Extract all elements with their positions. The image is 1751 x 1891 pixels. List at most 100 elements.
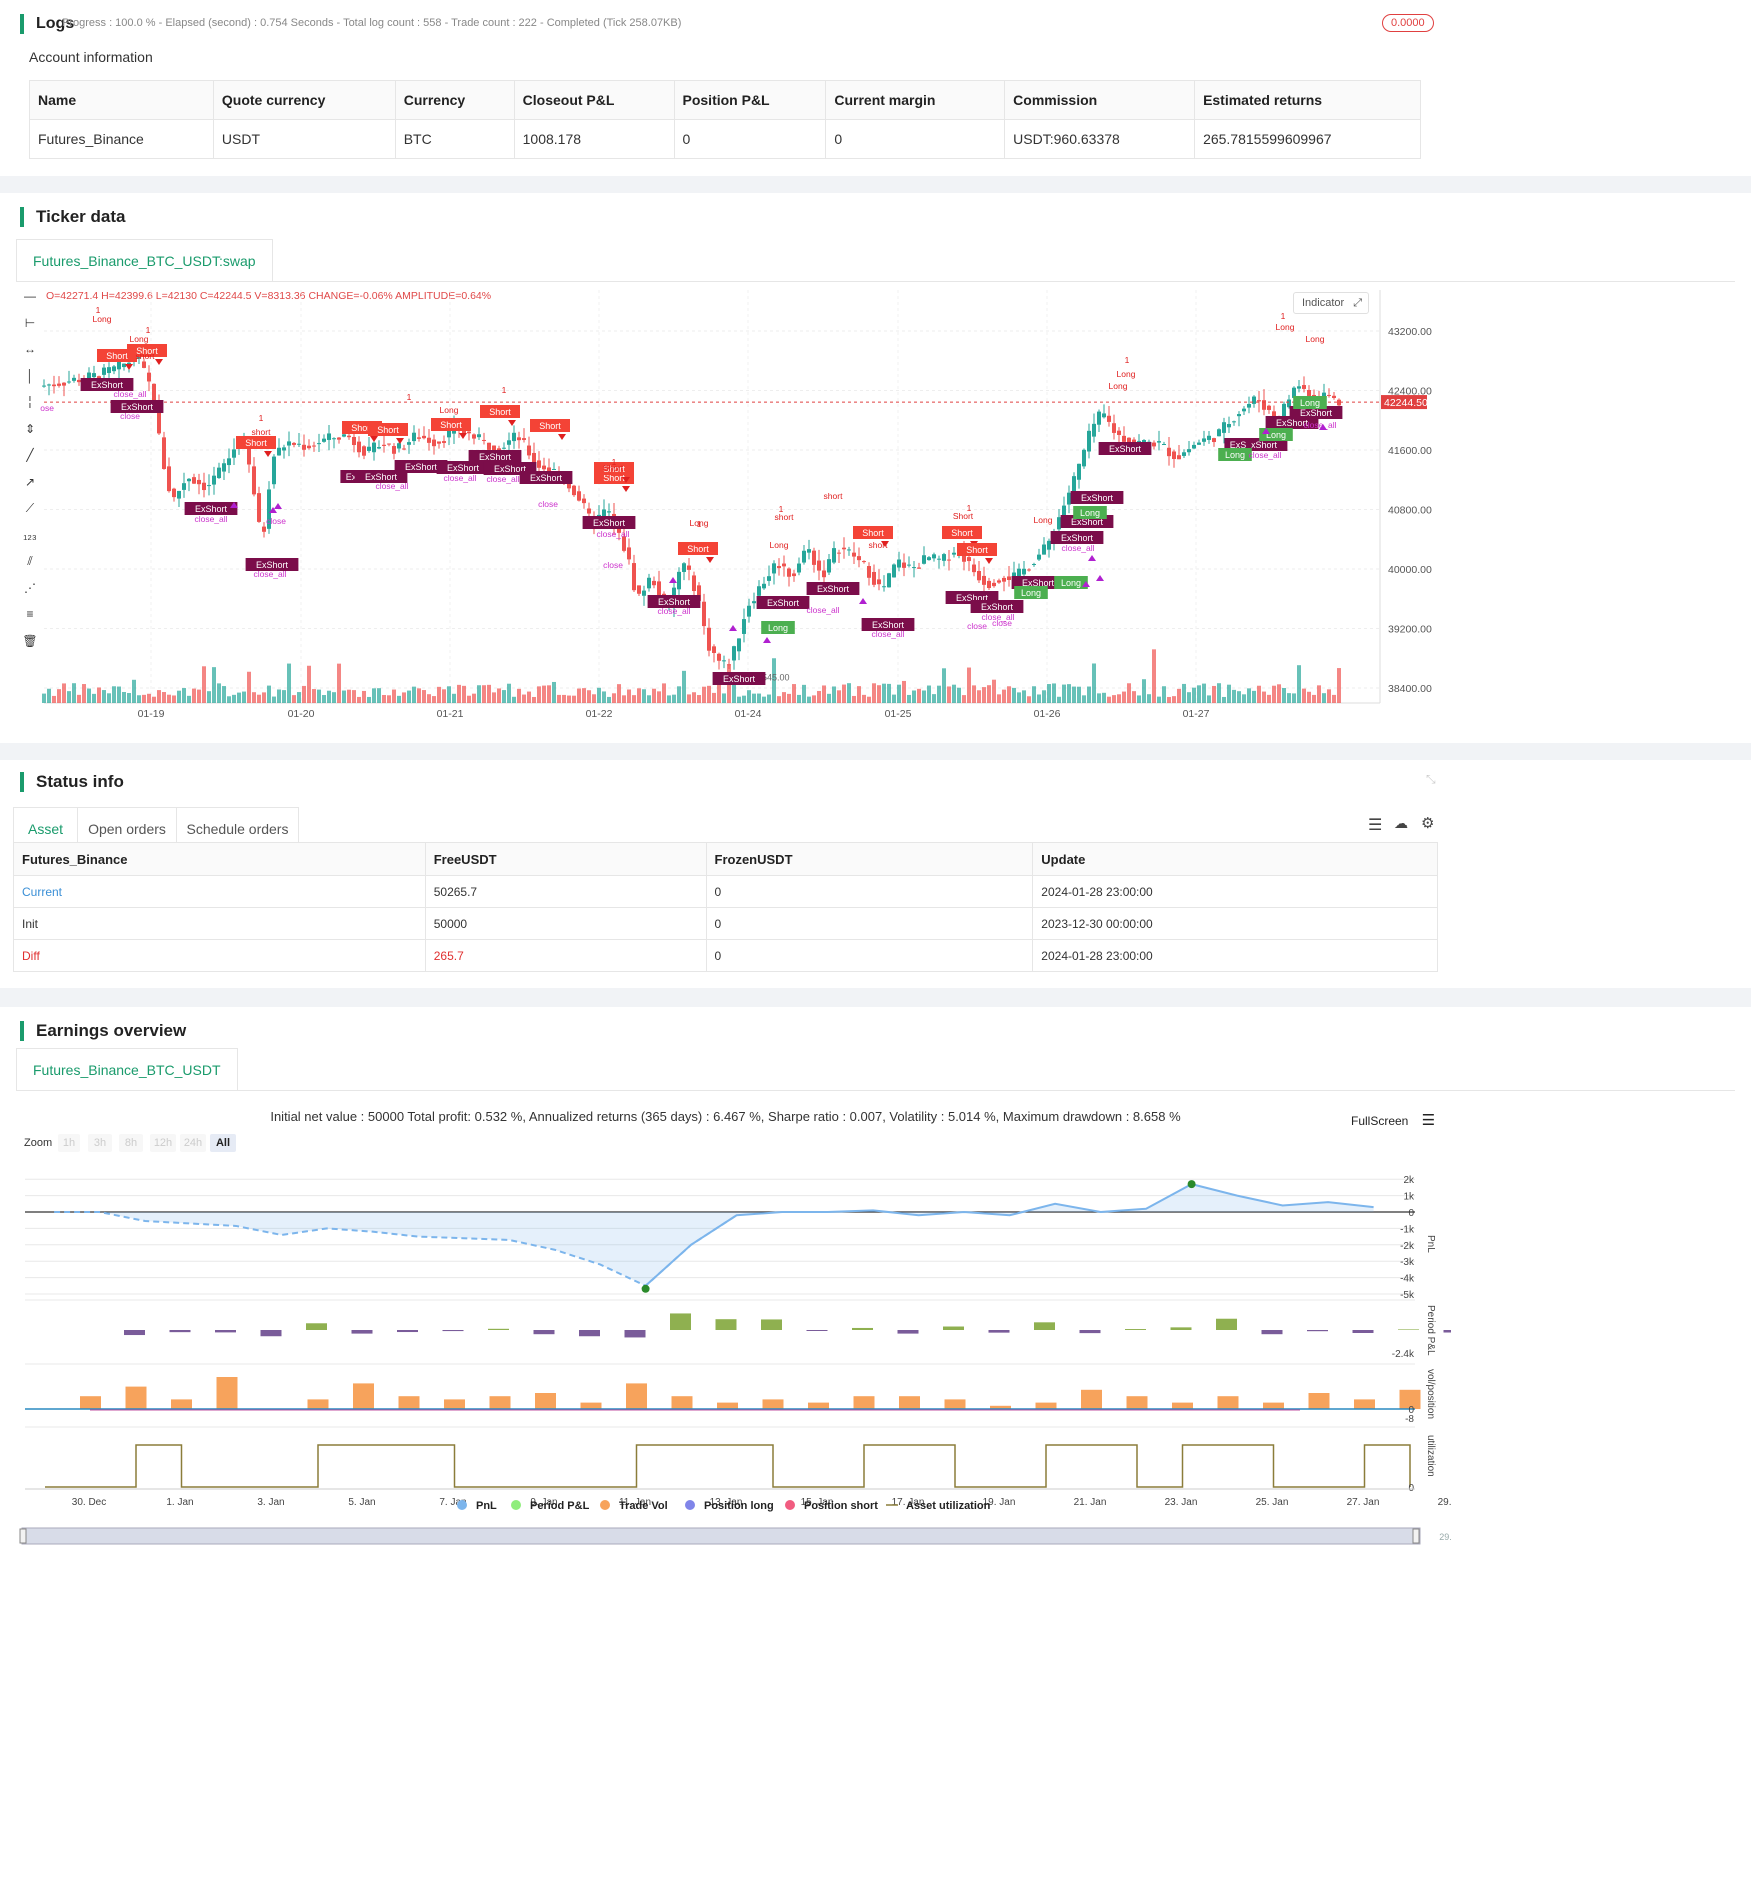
volume-bar — [1202, 683, 1206, 703]
volume-bar — [312, 689, 316, 703]
candle-body — [1037, 554, 1041, 560]
segment-icon[interactable]: ⟋ — [20, 501, 40, 516]
volume-bar — [352, 690, 356, 703]
candle-body — [422, 435, 426, 439]
candle-body — [1152, 442, 1156, 447]
candle-body — [787, 568, 791, 577]
horizontal-line-icon[interactable]: — — [20, 289, 40, 303]
volume-bar — [832, 686, 836, 703]
signal-note: 1 — [612, 457, 617, 467]
candle-body — [1217, 429, 1221, 437]
volume-bar — [1272, 685, 1276, 703]
asset-cell[interactable]: Current — [13, 875, 426, 908]
candle-body — [92, 373, 96, 378]
candlestick-chart[interactable]: 43200.0042400.0041600.0040800.0040000.00… — [40, 285, 1440, 735]
vertical-line-icon[interactable]: │ — [20, 369, 40, 383]
candle-body — [362, 446, 366, 456]
volume-bar — [147, 693, 151, 703]
period-pnl-bar — [1034, 1322, 1055, 1330]
volume-bar — [1062, 684, 1066, 703]
volume-bar — [1107, 696, 1111, 703]
x-tick-label: 01-19 — [138, 708, 165, 720]
axis-label: utilization — [1425, 1435, 1436, 1477]
period-tick-label: -2.4k — [1392, 1349, 1415, 1360]
candle-body — [1202, 438, 1206, 442]
volume-bar — [1002, 689, 1006, 703]
volume-bar — [1252, 690, 1256, 703]
tab-ticker-symbol[interactable]: Futures_Binance_BTC_USDT:swap — [16, 239, 273, 281]
volume-bar — [377, 688, 381, 703]
trade-vol-bar — [899, 1396, 920, 1409]
pitchfork-icon[interactable]: ⋰ — [20, 581, 40, 595]
candle-body — [407, 442, 411, 445]
logs-badge[interactable]: 0.0000 — [1382, 14, 1434, 32]
price-label-icon[interactable]: ₁₂₃ — [20, 528, 40, 542]
signal-label: ExShort — [195, 504, 228, 514]
candle-body — [332, 438, 336, 440]
trade-vol-bar — [626, 1383, 647, 1409]
volume-bar — [267, 685, 271, 703]
legend-marker — [785, 1500, 795, 1510]
fib-levels-icon[interactable]: ≡ — [20, 607, 40, 621]
trash-icon[interactable]: 🗑 — [20, 634, 40, 648]
candle-body — [502, 447, 506, 449]
collapse-icon[interactable]: ⤡ — [1426, 772, 1436, 787]
signal-note: close_all — [253, 569, 286, 579]
ray-icon[interactable]: ↗ — [20, 475, 40, 489]
gear-icon[interactable]: ⚙ — [1421, 814, 1434, 832]
volume-bar — [177, 690, 181, 703]
cloud-download-icon[interactable]: ☁ — [1394, 815, 1408, 832]
candle-body — [272, 456, 276, 485]
trade-vol-bar — [580, 1402, 602, 1409]
volume-bar — [137, 695, 141, 703]
volume-bar — [1077, 686, 1081, 703]
volume-bar — [1222, 696, 1226, 703]
volume-bar — [187, 695, 191, 703]
candle-body — [702, 601, 706, 627]
volume-bar — [82, 684, 86, 703]
volume-bar — [622, 695, 626, 703]
volume-bar — [1167, 696, 1171, 703]
candle-body — [847, 549, 851, 551]
account-table: Name Quote currency Currency Closeout P&L Po… — [29, 80, 1421, 159]
signal-note: Long — [1117, 369, 1136, 379]
volume-bar — [697, 695, 701, 703]
volume-bar — [1247, 688, 1251, 703]
vertical-ray-icon[interactable]: ╎ — [20, 395, 40, 409]
trade-vol-bar — [944, 1399, 966, 1409]
candle-body — [337, 437, 341, 440]
earnings-chart[interactable]: 2k1k0-1k-2k-3k-4k-5kPnL-2.4k Period P&L0-… — [0, 1007, 1451, 1891]
trade-vol-bar — [80, 1396, 101, 1409]
legend-marker — [457, 1500, 467, 1510]
candle-body — [822, 570, 826, 578]
volume-bar — [77, 694, 81, 703]
volume-bar — [747, 690, 751, 703]
candle-body — [1267, 405, 1271, 410]
ticker-title: Ticker data — [20, 207, 125, 227]
price-range-icon[interactable]: ⇕ — [20, 422, 40, 436]
signal-label: ExShort — [1109, 444, 1142, 454]
horizontal-ray-icon[interactable]: ⊢ — [20, 316, 40, 330]
trade-vol-bar — [1217, 1396, 1239, 1409]
signal-note: close_all — [657, 606, 690, 616]
candle-body — [782, 563, 786, 567]
volume-bar — [277, 689, 281, 703]
volume-bar — [767, 694, 771, 703]
candle-body — [752, 601, 756, 604]
arrow-down-icon — [622, 486, 630, 492]
signal-label: ExShort — [447, 463, 480, 473]
period-pnl-bar — [488, 1328, 509, 1330]
asset-cell: Diff — [13, 939, 426, 972]
volume-bar — [1277, 684, 1281, 703]
candle-body — [512, 432, 516, 442]
signal-label: Short — [951, 528, 973, 538]
list-icon[interactable]: ☰ — [1368, 815, 1382, 835]
volume-bar — [917, 688, 921, 703]
volume-bar — [372, 688, 376, 703]
parallel-channel-icon[interactable]: ⫽ — [20, 554, 40, 569]
trend-line-icon[interactable]: ╱ — [20, 448, 40, 462]
signal-label: Long — [1080, 508, 1100, 518]
candle-body — [717, 653, 721, 661]
volume-bar — [1132, 691, 1136, 703]
extended-line-icon[interactable]: ↔ — [20, 342, 40, 356]
